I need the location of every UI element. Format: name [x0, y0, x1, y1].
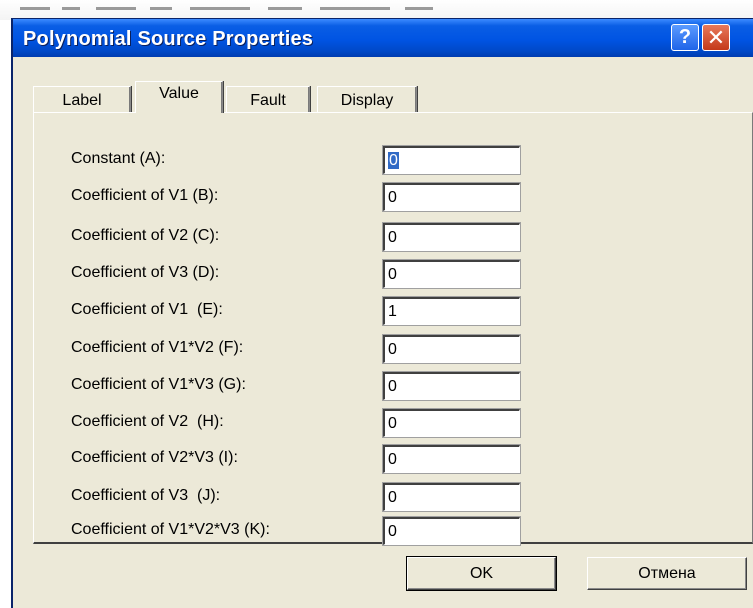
coefficient-f-label: Coefficient of V1*V2 (F):: [71, 339, 244, 356]
coefficient-i-input[interactable]: 0: [382, 444, 521, 474]
tab-label[interactable]: Label: [33, 86, 131, 113]
coefficient-c-input[interactable]: 0: [382, 222, 521, 252]
coefficient-j-input[interactable]: 0: [382, 482, 521, 512]
coefficient-h-label: Coefficient of V2 (H):: [71, 413, 224, 430]
cancel-button[interactable]: Отмена: [587, 557, 747, 590]
help-icon: ?: [678, 26, 692, 48]
coefficient-k-label: Coefficient of V1*V2*V3 (K):: [71, 521, 270, 538]
constant-a-value: 0: [388, 152, 399, 169]
tab-strip: Label Value Fault Display: [33, 73, 453, 113]
coefficient-d-input[interactable]: 0: [382, 259, 521, 289]
constant-a-label: Constant (A):: [71, 150, 166, 167]
tab-display[interactable]: Display: [317, 86, 417, 113]
coefficient-h-input[interactable]: 0: [382, 408, 521, 438]
ok-button[interactable]: OK: [406, 556, 557, 591]
help-button[interactable]: ?: [671, 24, 699, 51]
coefficient-b-label: Coefficient of V1 (B):: [71, 187, 219, 204]
background-window-strip: [0, 0, 753, 20]
coefficient-j-label: Coefficient of V3 (J):: [71, 487, 221, 504]
coefficient-f-input[interactable]: 0: [382, 334, 521, 364]
title-bar[interactable]: Polynomial Source Properties ? ✕: [13, 19, 753, 57]
coefficient-e-label: Coefficient of V1 (E):: [71, 301, 223, 318]
coefficient-g-input[interactable]: 0: [382, 371, 521, 401]
close-icon: ✕: [706, 24, 726, 50]
coefficient-c-label: Coefficient of V2 (C):: [71, 227, 220, 244]
coefficient-k-input[interactable]: 0: [382, 516, 521, 546]
tab-fault[interactable]: Fault: [226, 86, 310, 113]
tab-value[interactable]: Value: [135, 81, 223, 113]
coefficient-i-label: Coefficient of V2*V3 (I):: [71, 449, 238, 466]
polynomial-source-dialog: Polynomial Source Properties ? ✕ Label V…: [11, 18, 753, 608]
constant-a-input[interactable]: 0: [382, 145, 521, 175]
coefficient-e-input[interactable]: 1: [382, 296, 521, 326]
coefficient-b-input[interactable]: 0: [382, 182, 521, 212]
value-tab-panel: Constant (A): 0 Coefficient of V1 (B): 0…: [33, 112, 753, 546]
coefficient-g-label: Coefficient of V1*V3 (G):: [71, 376, 246, 393]
window-title: Polynomial Source Properties: [23, 28, 314, 50]
close-button[interactable]: ✕: [702, 24, 730, 51]
coefficient-d-label: Coefficient of V3 (D):: [71, 264, 220, 281]
